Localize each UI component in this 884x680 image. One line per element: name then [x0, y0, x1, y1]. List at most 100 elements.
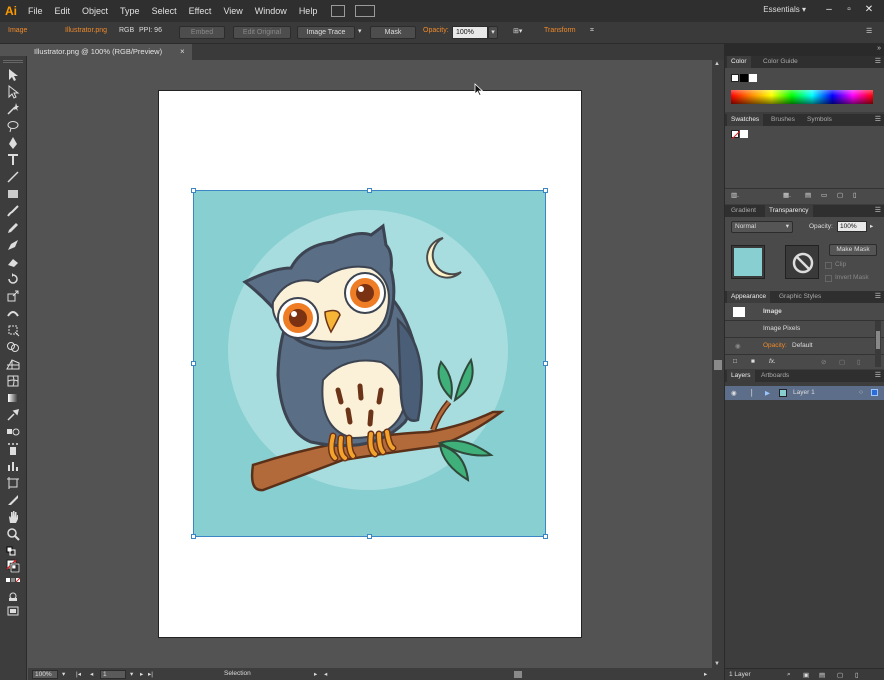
horizontal-scroll-thumb[interactable]	[514, 671, 522, 678]
blend-mode-select[interactable]: Normal ▾	[731, 221, 793, 233]
vertical-scroll-thumb[interactable]	[714, 360, 722, 370]
tools-grip[interactable]	[3, 60, 23, 63]
mask-thumbnail[interactable]	[785, 245, 819, 279]
fill-none-swatch[interactable]	[731, 74, 739, 82]
paintbrush-tool-icon[interactable]	[6, 204, 20, 218]
close-tab-icon[interactable]: ×	[180, 44, 185, 60]
close-icon[interactable]: ✕	[862, 3, 876, 17]
hand-tool-icon[interactable]	[6, 510, 20, 524]
scroll-left-icon[interactable]: ◂	[324, 670, 327, 678]
visibility-eye-icon[interactable]: ◉	[735, 342, 741, 350]
scroll-right-icon[interactable]: ▸	[704, 670, 707, 678]
transform-link[interactable]: Transform	[544, 27, 576, 34]
new-color-group-icon[interactable]: ▭	[821, 191, 827, 199]
tab-color-guide[interactable]: Color Guide	[759, 56, 802, 68]
scale-tool-icon[interactable]	[6, 289, 20, 303]
delete-layer-icon[interactable]: ▯	[855, 671, 859, 679]
make-mask-button[interactable]: Make Mask	[829, 244, 877, 256]
resize-handle-tr[interactable]	[543, 188, 548, 193]
menu-file[interactable]: File	[22, 0, 49, 22]
layer-name[interactable]: Layer 1	[793, 389, 815, 396]
black-swatch[interactable]	[740, 74, 748, 82]
invert-mask-checkbox[interactable]	[825, 275, 832, 282]
last-artboard-icon[interactable]: ▸|	[148, 670, 153, 678]
fill-stroke-swatch[interactable]	[6, 559, 21, 574]
free-transform-tool-icon[interactable]	[6, 323, 20, 337]
tab-swatches[interactable]: Swatches	[727, 114, 764, 126]
canvas[interactable]	[28, 60, 712, 668]
artboard-number-field[interactable]: 1	[100, 670, 126, 679]
clear-appearance-icon[interactable]: ⊘	[821, 358, 826, 366]
mask-button[interactable]: Mask	[370, 26, 416, 39]
selection-tool-icon[interactable]	[6, 68, 20, 82]
workspace-switcher[interactable]: Essentials ▾	[763, 5, 806, 14]
menu-view[interactable]: View	[217, 0, 248, 22]
gradient-tool-icon[interactable]	[6, 391, 20, 405]
collapse-dock-icon[interactable]: »	[877, 45, 881, 52]
lasso-tool-icon[interactable]	[6, 119, 20, 133]
make-clipping-mask-icon[interactable]: ▣	[803, 671, 809, 679]
embed-button[interactable]: Embed	[179, 26, 225, 39]
symbol-sprayer-tool-icon[interactable]	[6, 442, 20, 456]
arrange-documents-icon[interactable]	[355, 5, 376, 17]
layer-visibility-icon[interactable]: ◉	[731, 389, 737, 397]
tab-color[interactable]: Color	[727, 56, 751, 68]
opacity-dropdown-icon[interactable]: ▸	[870, 222, 873, 230]
appearance-opacity-link[interactable]: Opacity:	[763, 342, 787, 349]
menu-type[interactable]: Type	[114, 0, 146, 22]
delete-swatch-icon[interactable]: ▯	[853, 191, 857, 199]
opacity-dropdown-icon[interactable]: ▾	[488, 26, 498, 39]
appearance-scroll-thumb[interactable]	[876, 331, 880, 349]
transparency-panel-menu-icon[interactable]: ☰	[875, 205, 881, 217]
resize-handle-bc[interactable]	[367, 534, 372, 539]
vertical-scrollbar[interactable]: ▲ ▼	[712, 60, 724, 668]
menu-window[interactable]: Window	[249, 0, 293, 22]
layer-target-icon[interactable]: ○	[859, 389, 863, 396]
menu-help[interactable]: Help	[293, 0, 324, 22]
screen-mode-icon[interactable]	[6, 604, 20, 618]
tab-gradient[interactable]: Gradient	[727, 205, 760, 217]
object-thumbnail[interactable]	[731, 245, 765, 279]
layer-row[interactable]: ◉ ▕ ▶ Layer 1 ○	[725, 386, 884, 400]
tab-appearance[interactable]: Appearance	[727, 291, 771, 303]
menu-object[interactable]: Object	[76, 0, 114, 22]
minimize-icon[interactable]: –	[822, 3, 836, 17]
first-artboard-icon[interactable]: |◂	[76, 670, 81, 678]
width-tool-icon[interactable]	[6, 306, 20, 320]
tab-brushes[interactable]: Brushes	[767, 114, 799, 126]
color-panel-menu-icon[interactable]: ☰	[875, 56, 881, 68]
status-menu-icon[interactable]: ▸	[314, 670, 317, 678]
bridge-icon[interactable]	[331, 5, 346, 17]
menu-effect[interactable]: Effect	[183, 0, 218, 22]
menu-edit[interactable]: Edit	[49, 0, 77, 22]
align-icon[interactable]: ⊞▾	[513, 27, 522, 35]
tab-symbols[interactable]: Symbols	[803, 114, 836, 126]
add-stroke-icon[interactable]: □	[733, 358, 737, 365]
magic-wand-tool-icon[interactable]	[6, 102, 20, 116]
type-tool-icon[interactable]	[6, 153, 20, 167]
default-colors-icon[interactable]	[6, 546, 20, 560]
resize-handle-tl[interactable]	[191, 188, 196, 193]
drawing-modes-icon[interactable]	[6, 589, 20, 603]
swatch-libraries-icon[interactable]: ▥.	[731, 191, 739, 199]
resize-handle-mr[interactable]	[543, 361, 548, 366]
layer-lock-toggle[interactable]: ▕	[747, 389, 752, 397]
resize-handle-ml[interactable]	[191, 361, 196, 366]
appearance-scrollbar[interactable]	[875, 321, 881, 367]
resize-handle-br[interactable]	[543, 534, 548, 539]
resize-handle-tc[interactable]	[367, 188, 372, 193]
color-mode-buttons[interactable]	[6, 574, 21, 588]
prev-artboard-icon[interactable]: ◂	[90, 670, 93, 678]
blend-tool-icon[interactable]	[6, 425, 20, 439]
scroll-down-icon[interactable]: ▼	[714, 661, 720, 667]
swatch-options-icon[interactable]: ▤	[805, 191, 811, 199]
delete-item-icon[interactable]: ▯	[857, 358, 861, 366]
perspective-grid-tool-icon[interactable]	[6, 357, 20, 371]
blob-brush-tool-icon[interactable]	[6, 238, 20, 252]
shape-builder-tool-icon[interactable]	[6, 340, 20, 354]
swatch-registration[interactable]	[740, 130, 748, 138]
zoom-tool-icon[interactable]	[6, 527, 20, 541]
pencil-tool-icon[interactable]	[6, 221, 20, 235]
image-trace-button[interactable]: Image Trace	[297, 26, 355, 39]
scroll-up-icon[interactable]: ▲	[714, 61, 720, 67]
